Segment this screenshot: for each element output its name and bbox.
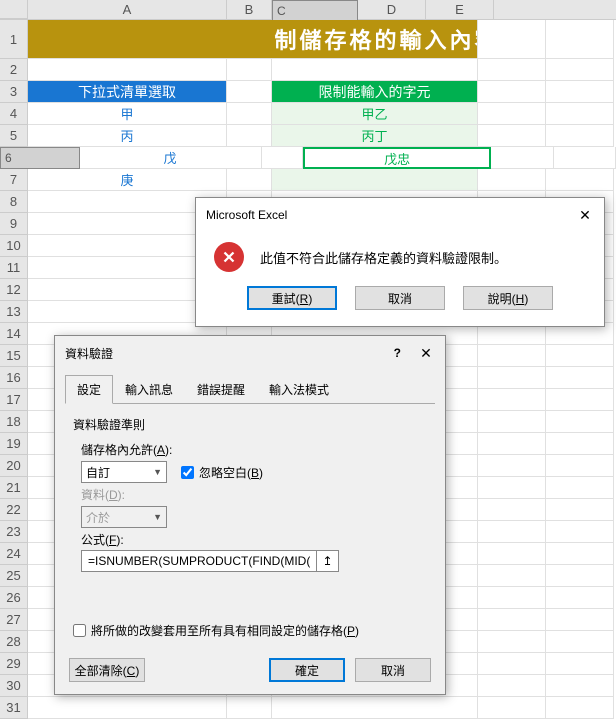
allow-select[interactable]: 自訂▼	[81, 461, 167, 483]
row-header-17[interactable]: 17	[0, 389, 28, 411]
row-header-21[interactable]: 21	[0, 477, 28, 499]
formula-input-wrap: ↥	[81, 550, 339, 572]
ok-button[interactable]: 確定	[269, 658, 345, 682]
data-label: 資料(D):	[81, 486, 427, 503]
col-header-b[interactable]: B	[227, 0, 272, 19]
row-header-27[interactable]: 27	[0, 609, 28, 631]
tab-ime-mode[interactable]: 輸入法模式	[257, 375, 341, 404]
msg-text: 此值不符合此儲存格定義的資料驗證限制。	[260, 248, 507, 267]
row-header-29[interactable]: 29	[0, 653, 28, 675]
row-header-9[interactable]: 9	[0, 213, 28, 235]
tab-input-message[interactable]: 輸入訊息	[113, 375, 185, 404]
tab-error-alert[interactable]: 錯誤提醒	[185, 375, 257, 404]
header-dropdown[interactable]: 下拉式清單選取	[28, 81, 227, 103]
criteria-label: 資料驗證準則	[73, 416, 427, 433]
row-header-20[interactable]: 20	[0, 455, 28, 477]
row-header-14[interactable]: 14	[0, 323, 28, 345]
row-header-5[interactable]: 5	[0, 125, 28, 147]
row-header-19[interactable]: 19	[0, 433, 28, 455]
row-header-26[interactable]: 26	[0, 587, 28, 609]
allow-label: 儲存格內允許(A):	[81, 441, 427, 458]
select-all-corner[interactable]	[0, 0, 28, 19]
msg-title-text: Microsoft Excel	[206, 208, 287, 222]
chevron-down-icon: ▼	[153, 512, 162, 522]
active-cell[interactable]: 戊忠	[303, 147, 492, 169]
dlg-close-icon[interactable]: ✕	[417, 344, 435, 362]
banner-cell[interactable]	[28, 20, 227, 59]
data-select: 介於▼	[81, 506, 167, 528]
col-header-a[interactable]: A	[28, 0, 227, 19]
column-headers: A B C D E	[0, 0, 616, 20]
formula-label: 公式(F):	[81, 531, 427, 548]
row-header-30[interactable]: 30	[0, 675, 28, 697]
chevron-down-icon: ▼	[153, 467, 162, 477]
row-header-3[interactable]: 3	[0, 81, 28, 103]
cancel-button[interactable]: 取消	[355, 286, 445, 310]
header-restrict[interactable]: 限制能輸入的字元	[272, 81, 478, 103]
row-header-24[interactable]: 24	[0, 543, 28, 565]
row-header-11[interactable]: 11	[0, 257, 28, 279]
tab-settings[interactable]: 設定	[65, 375, 113, 404]
data-validation-dialog: 資料驗證 ? ✕ 設定 輸入訊息 錯誤提醒 輸入法模式 資料驗證準則 儲存格內允…	[54, 335, 446, 695]
formula-input[interactable]	[82, 551, 316, 571]
clear-all-button[interactable]: 全部清除(C)	[69, 658, 145, 682]
error-icon	[214, 242, 244, 272]
row-header-22[interactable]: 22	[0, 499, 28, 521]
row-header-23[interactable]: 23	[0, 521, 28, 543]
dlg-tabs: 設定 輸入訊息 錯誤提醒 輸入法模式	[65, 374, 435, 404]
range-picker-button[interactable]: ↥	[316, 551, 338, 571]
help-button[interactable]: 說明(H)	[463, 286, 553, 310]
row-header-4[interactable]: 4	[0, 103, 28, 125]
row-header-31[interactable]: 31	[0, 697, 28, 719]
row-header-8[interactable]: 8	[0, 191, 28, 213]
row-header-15[interactable]: 15	[0, 345, 28, 367]
row-header-1[interactable]: 1	[0, 20, 28, 59]
row-header-25[interactable]: 25	[0, 565, 28, 587]
close-icon[interactable]: ✕	[576, 206, 594, 224]
col-header-d[interactable]: D	[358, 0, 426, 19]
col-header-c[interactable]: C	[272, 0, 358, 22]
help-icon[interactable]: ?	[394, 346, 401, 360]
row-header-28[interactable]: 28	[0, 631, 28, 653]
row-header-7[interactable]: 7	[0, 169, 28, 191]
row-header-6[interactable]: 6	[0, 147, 80, 169]
row-header-13[interactable]: 13	[0, 301, 28, 323]
retry-button[interactable]: 重試(R)	[247, 286, 337, 310]
row-header-18[interactable]: 18	[0, 411, 28, 433]
row-header-2[interactable]: 2	[0, 59, 28, 81]
row-header-10[interactable]: 10	[0, 235, 28, 257]
dlg-title-text: 資料驗證	[65, 345, 113, 362]
dlg-cancel-button[interactable]: 取消	[355, 658, 431, 682]
ignore-blank-checkbox[interactable]: 忽略空白(B)	[181, 464, 263, 481]
row-header-16[interactable]: 16	[0, 367, 28, 389]
error-message-dialog: Microsoft Excel ✕ 此值不符合此儲存格定義的資料驗證限制。 重試…	[195, 197, 605, 327]
apply-all-checkbox[interactable]: 將所做的改變套用至所有具有相同設定的儲存格(P)	[73, 622, 427, 639]
row-header-12[interactable]: 12	[0, 279, 28, 301]
col-header-e[interactable]: E	[426, 0, 494, 19]
